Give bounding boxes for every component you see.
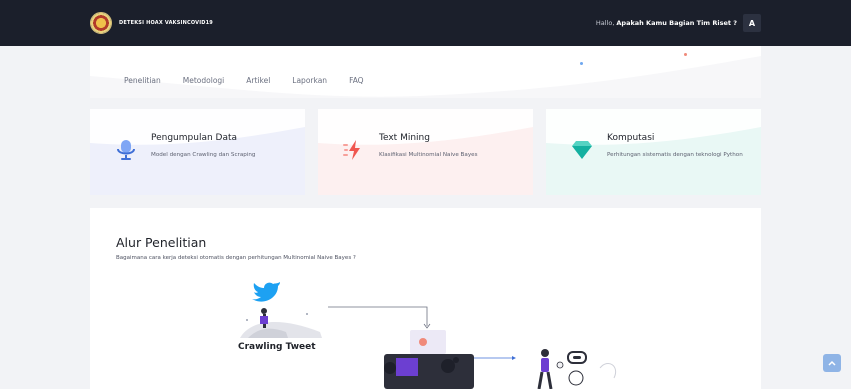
greeting-name: Apakah Kamu Bagian Tim Riset ? xyxy=(616,19,737,27)
nav-item-laporkan[interactable]: Laporkan xyxy=(292,76,327,85)
main-nav: Penelitian Metodologi Artikel Laporkan F… xyxy=(124,76,364,85)
chevron-up-icon xyxy=(828,360,836,366)
nav-item-faq[interactable]: FAQ xyxy=(349,76,364,85)
card-text-mining[interactable]: Text Mining Klasifikasi Multinomial Naiv… xyxy=(318,109,533,195)
card-pengumpulan-data[interactable]: Pengumpulan Data Model dengan Crawling d… xyxy=(90,109,305,195)
crawling-scene-illustration xyxy=(240,308,322,338)
microphone-icon xyxy=(117,140,135,160)
logo-icon[interactable] xyxy=(90,12,112,34)
lightning-icon xyxy=(343,140,360,160)
step-label-crawling: Crawling Tweet xyxy=(238,342,316,352)
flow-connector xyxy=(328,306,428,326)
flow-illustration xyxy=(240,282,616,389)
nav-item-metodologi[interactable]: Metodologi xyxy=(183,76,224,85)
card-title: Text Mining xyxy=(379,133,430,143)
nav-item-penelitian[interactable]: Penelitian xyxy=(124,76,161,85)
decor-dot-blue xyxy=(580,62,583,65)
diamond-icon xyxy=(572,141,592,159)
card-description: Model dengan Crawling dan Scraping xyxy=(151,152,256,158)
user-greeting: Hallo, Apakah Kamu Bagian Tim Riset ? xyxy=(596,19,737,27)
robot-illustration xyxy=(537,349,616,389)
card-title: Komputasi xyxy=(607,133,655,143)
twitter-icon xyxy=(252,282,280,302)
back-to-top-button[interactable] xyxy=(823,354,841,372)
brand-name[interactable]: DETEKSI HOAX VAKSINCOVID19 xyxy=(119,20,213,26)
card-komputasi[interactable]: Komputasi Perhitungan sistematis dengan … xyxy=(546,109,761,195)
decor-dot-red xyxy=(684,53,687,56)
greeting-prefix: Hallo, xyxy=(595,19,615,27)
card-description: Perhitungan sistematis dengan teknologi … xyxy=(607,152,743,158)
nav-band: Penelitian Metodologi Artikel Laporkan F… xyxy=(90,46,761,98)
card-description: Klasifikasi Multinomial Naive Bayes xyxy=(379,152,478,158)
top-navbar: DETEKSI HOAX VAKSINCOVID19 Hallo, Apakah … xyxy=(0,0,851,46)
avatar[interactable]: A xyxy=(743,14,761,32)
computer-illustration xyxy=(384,330,474,389)
research-flow-panel: Alur Penelitian Bagaimana cara kerja det… xyxy=(90,208,761,389)
nav-item-artikel[interactable]: Artikel xyxy=(246,76,270,85)
card-title: Pengumpulan Data xyxy=(151,133,238,143)
nav-band-wave xyxy=(90,46,761,97)
